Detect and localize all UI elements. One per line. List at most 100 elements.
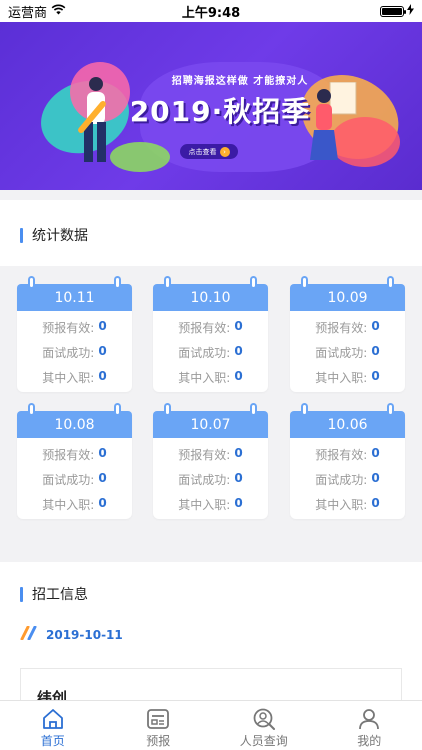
banner-view-label: 点击查看: [188, 147, 217, 156]
stat-card-date: 10.10: [190, 289, 231, 306]
stat-label: 预报有效:: [42, 448, 95, 462]
stat-value: 0: [234, 446, 243, 460]
stat-label: 面试成功:: [178, 346, 231, 360]
promo-banner[interactable]: 招聘海报这样做 才能撩对人 2019·秋招季 点击查看 ›: [0, 22, 422, 190]
stat-row: 面试成功: 0: [17, 344, 132, 361]
banner-title: 2019·秋招季: [129, 95, 311, 128]
stat-label: 预报有效:: [315, 448, 368, 462]
calendar-ring: [28, 403, 35, 416]
stat-card-header: 10.08: [17, 403, 132, 438]
stat-value: 0: [98, 471, 107, 485]
stat-row: 预报有效: 0: [17, 319, 132, 336]
stat-label: 预报有效:: [42, 321, 95, 335]
double-slash-icon: [20, 625, 38, 643]
stat-card-header: 10.09: [290, 276, 405, 311]
stat-value: 0: [234, 369, 243, 383]
stat-row: 其中入职: 0: [17, 496, 132, 513]
stat-row: 其中入职: 0: [290, 369, 405, 386]
calendar-ring: [28, 276, 35, 289]
user-icon: [359, 709, 380, 730]
stat-card-date: 10.06: [327, 416, 368, 433]
stat-label: 其中入职:: [42, 371, 95, 385]
stat-row: 其中入职: 0: [290, 496, 405, 513]
section-title: 招工信息: [20, 584, 88, 604]
calendar-ring: [164, 276, 171, 289]
tab-mine[interactable]: 我的: [317, 701, 422, 750]
stat-card-date: 10.07: [190, 416, 231, 433]
man-with-pencil-illustration: [78, 77, 106, 162]
stat-label: 预报有效:: [315, 321, 368, 335]
stat-label: 预报有效:: [178, 448, 231, 462]
stat-row: 预报有效: 0: [17, 446, 132, 463]
stat-label: 面试成功:: [315, 346, 368, 360]
stat-row: 预报有效: 0: [153, 319, 268, 336]
status-bar: 运营商 上午9:48: [0, 0, 422, 22]
wifi-icon: [51, 4, 66, 19]
calendar-ring: [301, 276, 308, 289]
stat-card-header: 10.07: [153, 403, 268, 438]
tab-report[interactable]: 预报: [106, 701, 212, 750]
stat-card-date: 10.08: [54, 416, 95, 433]
stat-row: 其中入职: 0: [153, 496, 268, 513]
recruit-title: 招工信息: [32, 587, 88, 603]
section-title-bar: [20, 586, 23, 602]
section-title: 统计数据: [20, 225, 88, 245]
calendar-ring: [114, 276, 121, 289]
calendar-ring: [164, 403, 171, 416]
stat-label: 预报有效:: [178, 321, 231, 335]
status-right: [380, 3, 414, 19]
stat-card-header: 10.10: [153, 276, 268, 311]
stat-value: 0: [371, 369, 380, 383]
stat-card[interactable]: 10.11 预报有效: 0 面试成功: 0 其中入职: 0: [17, 276, 132, 392]
stat-value: 0: [371, 496, 380, 510]
banner-view-button[interactable]: 点击查看 ›: [180, 144, 238, 159]
stat-value: 0: [98, 369, 107, 383]
stat-row: 预报有效: 0: [153, 446, 268, 463]
tab-person-search[interactable]: 人员查询: [211, 701, 317, 750]
status-left: 运营商: [8, 2, 66, 21]
stat-row: 面试成功: 0: [17, 471, 132, 488]
calendar-ring: [250, 276, 257, 289]
stat-value: 0: [98, 344, 107, 358]
stat-card-header: 10.11: [17, 276, 132, 311]
tab-label: 我的: [357, 734, 382, 748]
carrier-label: 运营商: [8, 5, 48, 21]
stat-value: 0: [234, 344, 243, 358]
stat-label: 其中入职:: [315, 371, 368, 385]
stat-label: 其中入职:: [178, 498, 231, 512]
stat-label: 其中入职:: [315, 498, 368, 512]
home-icon: [42, 709, 63, 729]
stat-label: 面试成功:: [42, 473, 95, 487]
arrow-right-icon: ›: [219, 146, 230, 157]
recruit-date: 2019-10-11: [46, 627, 123, 642]
stat-card-date: 10.09: [327, 289, 368, 306]
calendar-ring: [301, 403, 308, 416]
stat-card[interactable]: 10.06 预报有效: 0 面试成功: 0 其中入职: 0: [290, 403, 405, 519]
battery-icon: [380, 5, 406, 17]
stat-label: 面试成功:: [315, 473, 368, 487]
stat-value: 0: [98, 496, 107, 510]
stat-value: 0: [371, 344, 380, 358]
tab-label: 预报: [146, 734, 171, 748]
stats-section-header: 统计数据: [0, 200, 422, 266]
section-title-bar: [20, 227, 23, 243]
stat-row: 面试成功: 0: [153, 471, 268, 488]
stat-card[interactable]: 10.09 预报有效: 0 面试成功: 0 其中入职: 0: [290, 276, 405, 392]
calendar-ring: [387, 276, 394, 289]
stat-row: 面试成功: 0: [290, 471, 405, 488]
stat-label: 其中入职:: [178, 371, 231, 385]
stat-card[interactable]: 10.07 预报有效: 0 面试成功: 0 其中入职: 0: [153, 403, 268, 519]
stat-label: 面试成功:: [178, 473, 231, 487]
stat-value: 0: [371, 471, 380, 485]
stat-row: 其中入职: 0: [153, 369, 268, 386]
stat-card[interactable]: 10.10 预报有效: 0 面试成功: 0 其中入职: 0: [153, 276, 268, 392]
tab-home[interactable]: 首页: [0, 701, 106, 750]
stat-card[interactable]: 10.08 预报有效: 0 面试成功: 0 其中入职: 0: [17, 403, 132, 519]
banner-subtitle: 招聘海报这样做 才能撩对人: [171, 76, 309, 87]
stat-row: 预报有效: 0: [290, 319, 405, 336]
stat-value: 0: [371, 446, 380, 460]
stat-label: 面试成功:: [42, 346, 95, 360]
stat-card-date: 10.11: [54, 289, 95, 306]
stat-value: 0: [234, 496, 243, 510]
stat-row: 面试成功: 0: [153, 344, 268, 361]
